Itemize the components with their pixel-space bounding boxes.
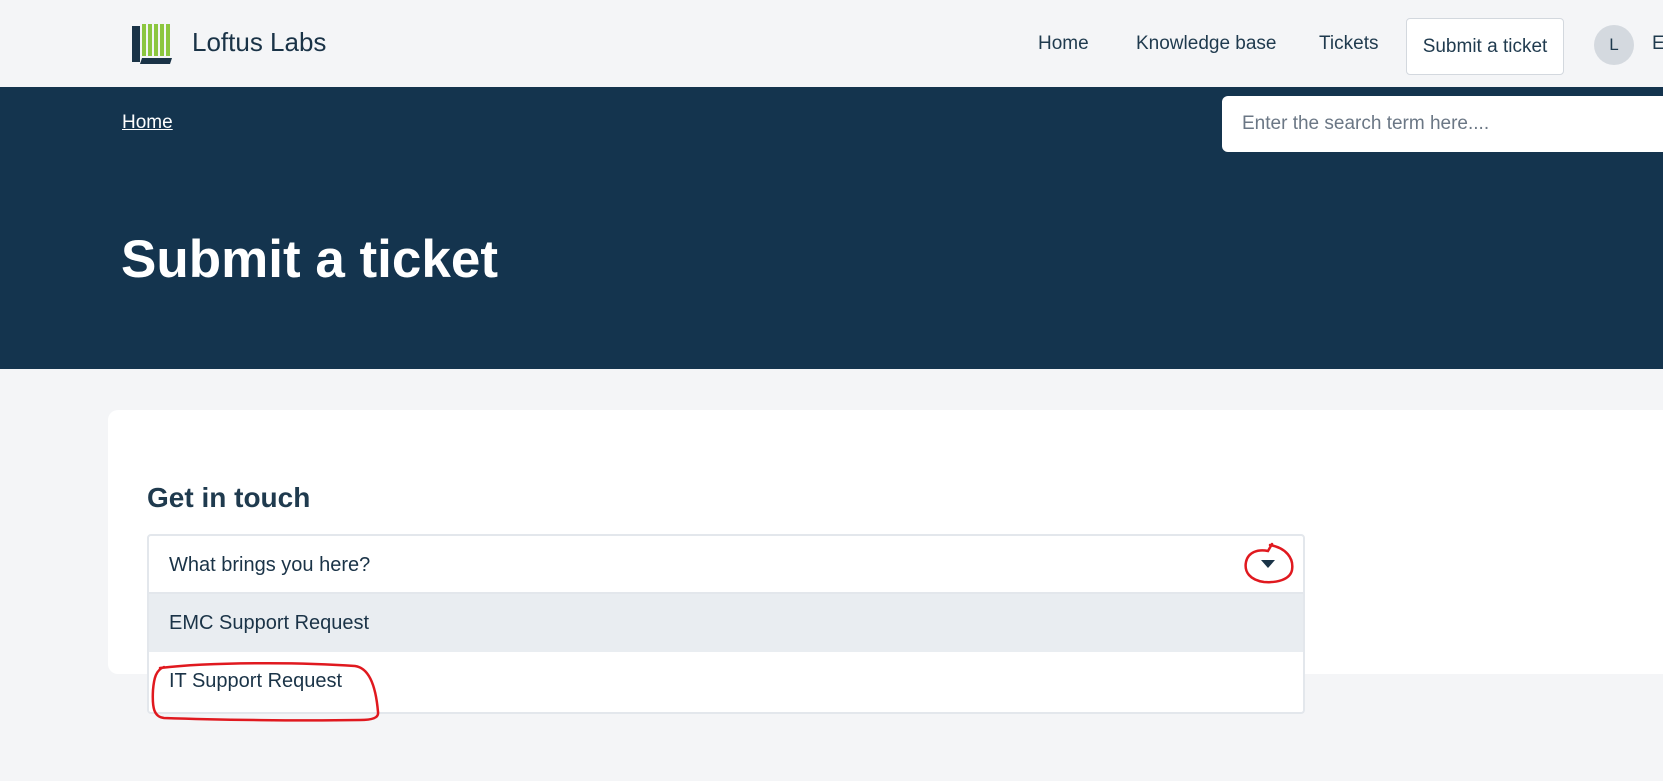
user-name[interactable]: E [1652, 33, 1663, 55]
nav-tickets[interactable]: Tickets [1319, 33, 1378, 55]
option-emc-support-request[interactable]: EMC Support Request [149, 594, 1303, 652]
avatar[interactable]: L [1594, 25, 1634, 65]
nav-knowledge-base[interactable]: Knowledge base [1136, 33, 1277, 55]
annotation-circle-it-option [151, 661, 380, 722]
page-title: Submit a ticket [121, 230, 498, 289]
request-type-select[interactable]: What brings you here? [147, 534, 1305, 594]
select-placeholder: What brings you here? [169, 554, 371, 576]
nav-home[interactable]: Home [1038, 33, 1089, 55]
hero-banner: Home Submit a ticket [0, 87, 1663, 369]
loftus-logo-icon[interactable] [132, 22, 174, 64]
nav-submit-ticket-button[interactable]: Submit a ticket [1406, 18, 1564, 75]
breadcrumb-home[interactable]: Home [122, 112, 173, 134]
brand-name[interactable]: Loftus Labs [192, 27, 326, 58]
search-input[interactable] [1222, 96, 1663, 152]
top-navbar: Loftus Labs Home Knowledge base Tickets … [0, 0, 1663, 87]
form-title: Get in touch [147, 482, 311, 513]
annotation-circle-caret [1244, 542, 1294, 584]
